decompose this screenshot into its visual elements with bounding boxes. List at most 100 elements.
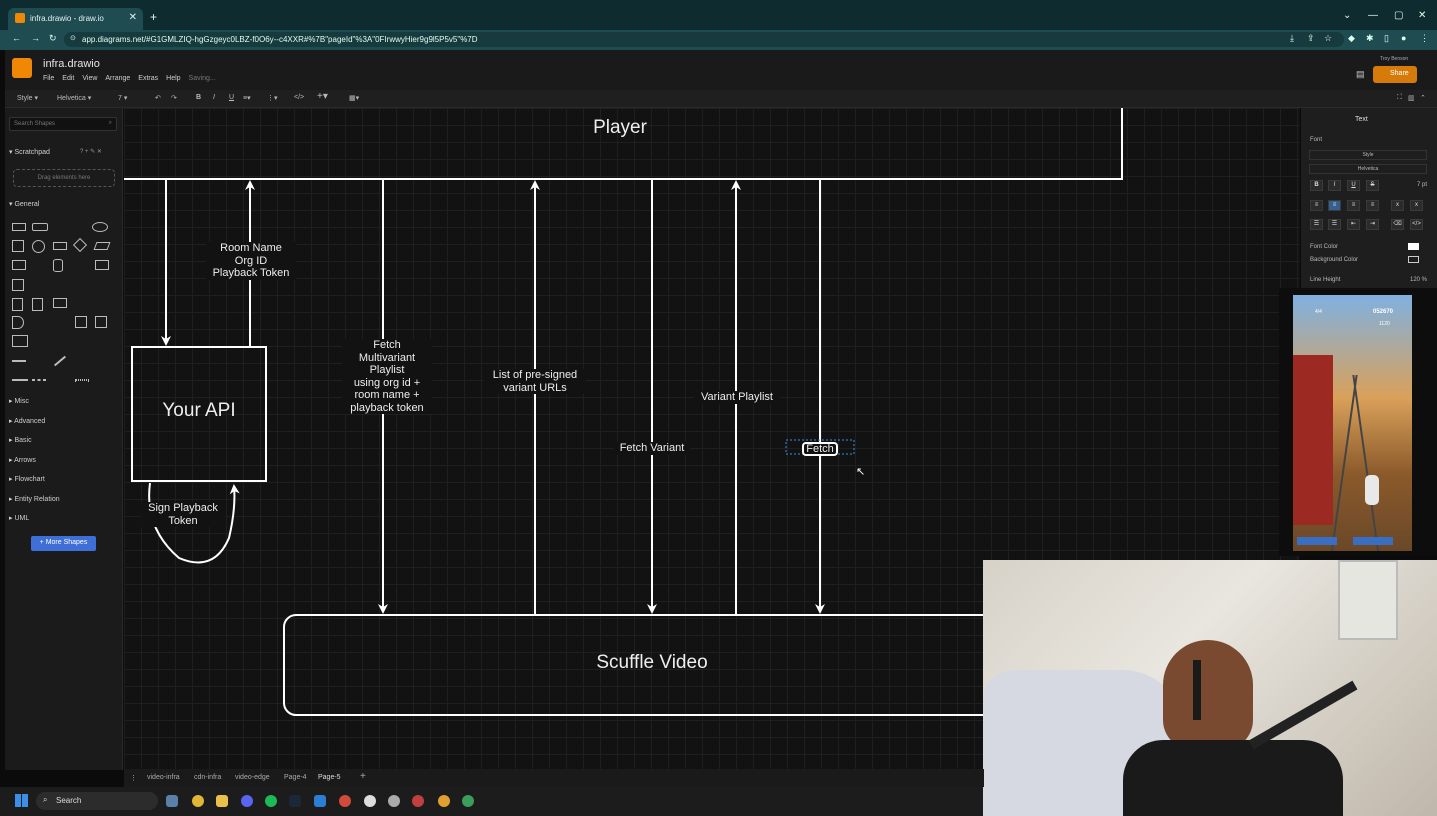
discord-icon[interactable] (241, 795, 253, 807)
parallelogram-shape[interactable] (93, 242, 111, 250)
sign-playback-label[interactable]: Sign Playback Token (141, 502, 225, 527)
general-header[interactable]: ▾ General (9, 200, 39, 208)
cursor-app-icon[interactable] (388, 795, 400, 807)
align-right-icon[interactable]: ≡ (1347, 200, 1360, 211)
delay-shape[interactable] (12, 316, 24, 329)
more-shapes-button[interactable]: + More Shapes (31, 536, 96, 551)
section-entity-relation[interactable]: ▸ Entity Relation (9, 495, 60, 503)
room-name-label[interactable]: Room Name Org ID Playback Token (206, 242, 296, 280)
new-tab-button[interactable]: + (150, 10, 157, 24)
process-shape[interactable] (53, 242, 67, 250)
align-left-icon[interactable]: ≡ (1310, 200, 1323, 211)
square-shape[interactable] (12, 240, 24, 252)
font-size-dropdown[interactable]: 7 ▾ (118, 94, 127, 102)
fetch-variant-label[interactable]: Fetch Variant (614, 442, 690, 455)
italic-toggle-icon[interactable]: I (1328, 180, 1341, 191)
clear-format-icon[interactable]: ⌫ (1391, 219, 1404, 230)
table-shape[interactable] (12, 279, 24, 291)
close-window-button[interactable]: ✕ (1418, 10, 1426, 21)
install-icon[interactable]: ⤓ (1290, 33, 1294, 44)
profile-avatar-icon[interactable]: ● (1401, 33, 1406, 43)
tab-search-icon[interactable]: ⌄ (1343, 10, 1351, 21)
section-advanced[interactable]: ▸ Advanced (9, 417, 45, 425)
dotted-arrow-shape[interactable] (75, 379, 89, 381)
section-flowchart[interactable]: ▸ Flowchart (9, 475, 45, 483)
close-tab-icon[interactable]: ✕ (129, 12, 137, 23)
add-page-icon[interactable]: + (360, 771, 366, 782)
thick-line-shape[interactable] (12, 379, 28, 381)
chrome-alt-icon[interactable] (462, 795, 474, 807)
user-name[interactable]: Troy Benson (1380, 56, 1408, 62)
browser-tab[interactable]: infra.drawio - draw.io ✕ (8, 8, 143, 30)
underline-toggle-icon[interactable]: U (1347, 180, 1360, 191)
cylinder-shape[interactable] (53, 259, 63, 272)
menu-help[interactable]: Help (166, 75, 180, 82)
obs-icon[interactable] (412, 795, 424, 807)
collapse-icon[interactable]: ⌃ (1420, 94, 1426, 102)
chrome-profile-icon[interactable] (339, 795, 351, 807)
file-explorer-icon[interactable] (216, 795, 228, 807)
scratchpad-dropzone[interactable]: Drag elements here (13, 169, 115, 187)
menu-arrange[interactable]: Arrange (105, 75, 130, 82)
hexagon-shape[interactable] (12, 260, 26, 270)
reload-icon[interactable]: ↻ (49, 33, 57, 44)
share-page-icon[interactable]: ⇪ (1307, 33, 1315, 44)
puzzle-icon[interactable]: ✱ (1366, 33, 1374, 44)
rounded-rect-shape[interactable] (32, 223, 48, 231)
document-shape[interactable] (95, 260, 109, 270)
extension-icon[interactable]: ◆ (1348, 33, 1355, 44)
bookmark-star-icon[interactable]: ☆ (1324, 33, 1332, 44)
chrome-icon[interactable] (192, 795, 204, 807)
windows-start-icon[interactable] (15, 794, 28, 807)
format-tab-text[interactable]: Text (1355, 116, 1368, 123)
menu-file[interactable]: File (43, 75, 54, 82)
undo-icon[interactable]: ↶ (155, 94, 161, 102)
steam-icon[interactable] (289, 795, 301, 807)
share-button[interactable]: Share (1373, 66, 1417, 83)
section-uml[interactable]: ▸ UML (9, 514, 29, 522)
menu-edit[interactable]: Edit (62, 75, 74, 82)
task-view-icon[interactable] (166, 795, 178, 807)
search-shapes-input[interactable]: Search Shapes ⌕ (9, 117, 117, 131)
html-edit-icon[interactable]: </> (1410, 219, 1423, 230)
pages-menu-icon[interactable]: ⋮ (130, 774, 137, 782)
app-icon[interactable] (364, 795, 376, 807)
spotify-icon[interactable] (265, 795, 277, 807)
site-info-icon[interactable]: ⊙ (70, 34, 76, 42)
subscript-icon[interactable]: x (1391, 200, 1404, 211)
presigned-urls-label[interactable]: List of pre-signed variant URLs (484, 369, 586, 394)
browser-menu-icon[interactable]: ⋮ (1420, 33, 1429, 44)
font-select[interactable]: Helvetica (1309, 164, 1427, 174)
circle-shape[interactable] (32, 240, 45, 253)
chrome-active-icon[interactable] (438, 795, 450, 807)
callout-shape[interactable] (53, 298, 67, 308)
section-basic[interactable]: ▸ Basic (9, 436, 32, 444)
style-dropdown[interactable]: Style ▾ (17, 94, 38, 102)
style-select[interactable]: Style (1309, 150, 1427, 160)
background-color-swatch[interactable] (1408, 256, 1419, 263)
table-icon[interactable]: ▦▾ (349, 94, 359, 102)
font-color-swatch[interactable] (1408, 243, 1419, 250)
taskbar-search[interactable]: ⌕ Search (36, 792, 158, 810)
font-dropdown[interactable]: Helvetica ▾ (57, 94, 91, 102)
indent-icon[interactable]: ⇥ (1366, 219, 1379, 230)
maximize-button[interactable]: ▢ (1394, 10, 1403, 21)
page-tab-video-edge[interactable]: video-edge (235, 774, 270, 781)
bullet-list-icon[interactable]: ☰ (1328, 219, 1341, 230)
page-tab-cdn-infra[interactable]: cdn-infra (194, 774, 221, 781)
rectangle-shape[interactable] (12, 223, 26, 231)
justify-icon[interactable]: ≡ (1366, 200, 1379, 211)
variant-playlist-label[interactable]: Variant Playlist (694, 391, 780, 404)
fetch-multivariant-label[interactable]: Fetch Multivariant Playlist using org id… (342, 339, 432, 414)
menu-view[interactable]: View (82, 75, 97, 82)
url-input[interactable]: app.diagrams.net/#G1GMLZIQ-hgGzgeyc0LBZ-… (64, 32, 1344, 47)
bold-toggle-icon[interactable]: B (1310, 180, 1323, 191)
diagonal-line-shape[interactable] (53, 355, 67, 367)
html-icon[interactable]: </> (294, 94, 304, 101)
bold-icon[interactable]: B (196, 94, 201, 101)
ellipse-shape[interactable] (92, 222, 108, 232)
page-tab-page-4[interactable]: Page-4 (284, 774, 307, 781)
superscript-icon[interactable]: x (1410, 200, 1423, 211)
card-shape[interactable] (32, 298, 43, 311)
document-title[interactable]: infra.drawio (43, 58, 100, 70)
